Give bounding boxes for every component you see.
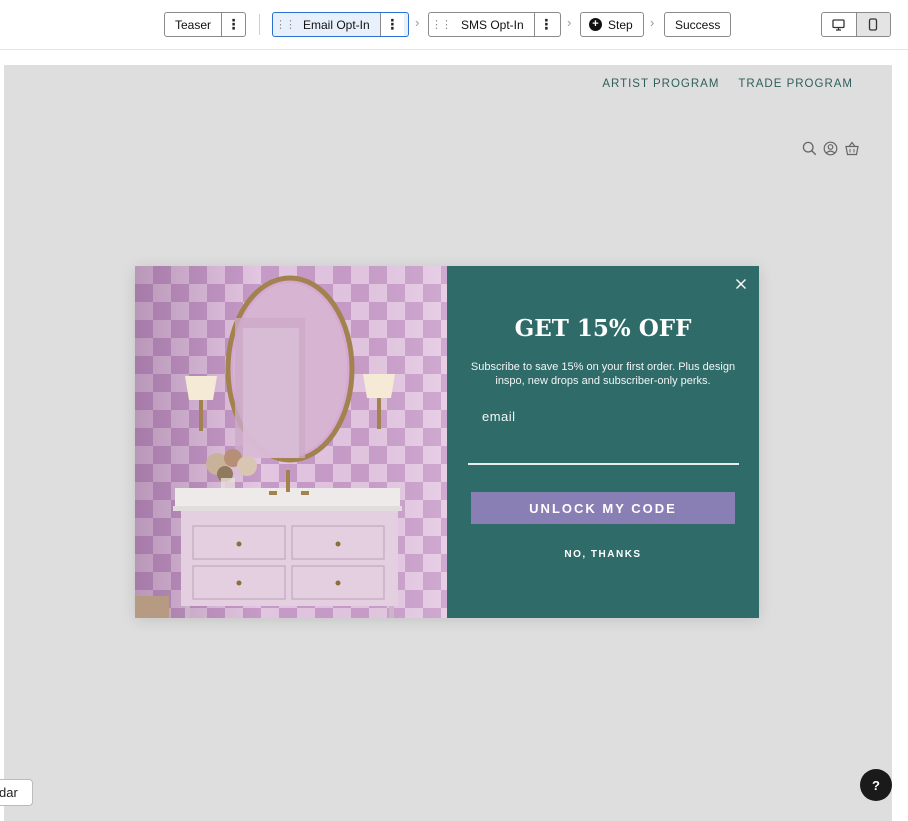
popup-headline: GET 15% OFF bbox=[514, 315, 692, 342]
drag-handle-icon[interactable]: ⋮⋮ bbox=[273, 13, 297, 36]
chevron-right-icon: › bbox=[415, 15, 420, 30]
help-button[interactable]: ? bbox=[860, 769, 892, 801]
mobile-view-button[interactable] bbox=[855, 13, 890, 36]
step-success-label: Success bbox=[675, 17, 721, 32]
email-placeholder: email bbox=[482, 409, 516, 424]
step-email-opt-in-menu-icon[interactable]: ⋮ bbox=[379, 13, 404, 36]
desktop-view-button[interactable] bbox=[822, 13, 856, 36]
step-email-opt-in[interactable]: ⋮⋮ Email Opt-In ⋮ bbox=[272, 12, 409, 37]
popup-content-panel: GET 15% OFF Subscribe to save 15% on you… bbox=[447, 266, 759, 618]
mobile-icon bbox=[869, 18, 878, 31]
device-toggle bbox=[821, 12, 891, 37]
popup-subtext: Subscribe to save 15% on your first orde… bbox=[470, 361, 736, 387]
step-sms-opt-in-label: SMS Opt-In bbox=[461, 17, 524, 32]
side-tab-label: dar bbox=[0, 785, 18, 800]
step-sms-opt-in-menu-icon[interactable]: ⋮ bbox=[533, 13, 558, 36]
chevron-right-icon: › bbox=[567, 15, 572, 30]
nav-artist-program[interactable]: ARTIST PROGRAM bbox=[602, 78, 719, 90]
help-icon: ? bbox=[872, 777, 880, 793]
nav-trade-program[interactable]: TRADE PROGRAM bbox=[738, 78, 853, 90]
desktop-icon bbox=[832, 18, 845, 31]
step-email-opt-in-label: Email Opt-In bbox=[303, 17, 370, 32]
unlock-code-button[interactable]: UNLOCK MY CODE bbox=[471, 492, 735, 524]
toolbar-divider bbox=[259, 14, 260, 35]
add-step-button[interactable]: + Step bbox=[580, 12, 644, 37]
side-tab-button[interactable]: dar bbox=[0, 779, 33, 806]
site-nav: ARTIST PROGRAM TRADE PROGRAM bbox=[602, 78, 853, 90]
site-header-icons bbox=[802, 141, 860, 156]
step-teaser[interactable]: Teaser ⋮ bbox=[164, 12, 246, 37]
bathroom-illustration bbox=[135, 266, 447, 618]
step-success[interactable]: Success bbox=[664, 12, 731, 37]
chevron-right-icon: › bbox=[650, 15, 655, 30]
email-optin-popup: GET 15% OFF Subscribe to save 15% on you… bbox=[135, 266, 759, 618]
popup-image-bathroom bbox=[135, 266, 447, 618]
search-icon[interactable] bbox=[802, 141, 817, 156]
flow-toolbar: Teaser ⋮ ⋮⋮ Email Opt-In ⋮ › ⋮⋮ SMS Opt-… bbox=[0, 0, 908, 50]
cart-icon[interactable] bbox=[844, 141, 860, 156]
step-sms-opt-in[interactable]: ⋮⋮ SMS Opt-In ⋮ bbox=[428, 12, 561, 37]
add-step-label: Step bbox=[608, 17, 633, 32]
step-teaser-label: Teaser bbox=[175, 17, 212, 32]
plus-circle-icon: + bbox=[589, 18, 602, 31]
drag-handle-icon[interactable]: ⋮⋮ bbox=[429, 13, 453, 36]
close-icon[interactable] bbox=[733, 276, 749, 292]
account-icon[interactable] bbox=[823, 141, 838, 156]
no-thanks-link[interactable]: NO, THANKS bbox=[447, 549, 759, 560]
email-input[interactable]: email bbox=[468, 409, 739, 465]
step-teaser-menu-icon[interactable]: ⋮ bbox=[221, 13, 245, 36]
